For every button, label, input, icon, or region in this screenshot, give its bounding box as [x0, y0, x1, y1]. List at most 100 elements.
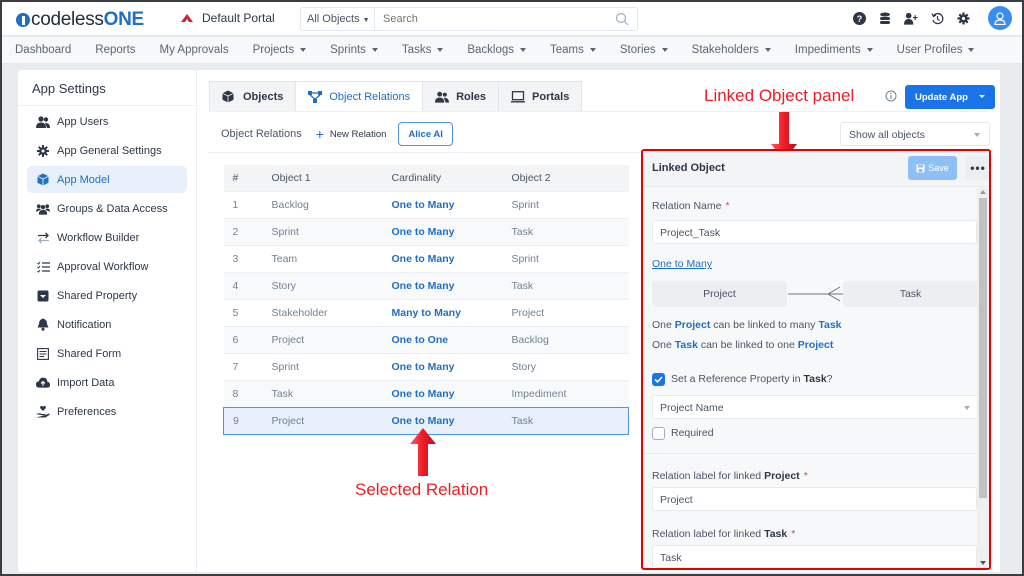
row-object1: Story [271, 271, 392, 299]
row-number: 2 [223, 217, 272, 245]
reference-property-checkbox[interactable] [652, 373, 665, 386]
row-cardinality[interactable]: One to Many [391, 244, 512, 272]
nav-item-my-approvals[interactable]: My Approvals [160, 44, 229, 56]
search-input[interactable] [375, 8, 637, 30]
tab-roles[interactable]: Roles [422, 81, 500, 112]
nav-item-user-profiles[interactable]: User Profiles [897, 44, 975, 56]
relation-name-input[interactable]: Project_Task [652, 220, 977, 244]
sidebar-item-groups-data-access[interactable]: Groups & Data Access [27, 195, 187, 222]
tab-portals[interactable]: Portals [498, 81, 583, 112]
plus-icon: + [315, 126, 324, 142]
scroll-thumb[interactable] [979, 198, 987, 498]
sidebar-item-notification[interactable]: Notification [27, 311, 187, 338]
row-cardinality[interactable]: One to One [391, 325, 512, 353]
reference-property-label: Set a Reference Property in Task? [671, 373, 833, 385]
settings-icon[interactable] [956, 11, 970, 25]
task-relation-label: Relation label for linked Task * [652, 528, 795, 540]
update-app-button[interactable]: Update App [905, 85, 995, 109]
table-row[interactable]: 6 Project One to One Backlog [223, 325, 629, 353]
sidebar-item-approval-workflow[interactable]: Approval Workflow [27, 253, 187, 280]
sidebar-item-preferences[interactable]: Preferences [27, 398, 187, 425]
nav-item-stories[interactable]: Stories [620, 44, 668, 56]
search-icon[interactable] [615, 12, 629, 26]
help-icon[interactable]: ? [852, 11, 866, 25]
nav-item-impediments[interactable]: Impediments [795, 44, 873, 56]
panel-scrollbar[interactable] [977, 188, 989, 568]
nav-item-sprints[interactable]: Sprints [330, 44, 378, 56]
row-number: 7 [223, 352, 272, 380]
tab-objects[interactable]: Objects [209, 81, 297, 112]
row-cardinality[interactable]: One to Many [391, 352, 512, 380]
save-label: Save [928, 163, 949, 173]
new-relation-button[interactable]: + New Relation [316, 126, 387, 142]
row-object1: Project [271, 406, 392, 435]
panel-body: Relation Name * Project_Task One to Many … [643, 188, 979, 568]
project-relation-input[interactable]: Project [652, 487, 977, 511]
portal-icon [181, 14, 193, 22]
required-checkbox[interactable] [652, 427, 665, 440]
app-settings-sidebar: App Settings App Users App General Settin… [18, 70, 196, 572]
required-marker: * [803, 470, 808, 482]
nav-item-stakeholders[interactable]: Stakeholders [692, 44, 771, 56]
sidebar-item-app-model[interactable]: App Model [27, 166, 187, 193]
table-header-row: # Object 1 Cardinality Object 2 [223, 165, 629, 191]
app-logo[interactable]: codeless ONE [16, 9, 144, 31]
sidebar-item-shared-property[interactable]: Shared Property [27, 282, 187, 309]
update-app-label: Update App [915, 91, 968, 103]
table-row[interactable]: 7 Sprint One to Many Story [223, 352, 629, 380]
update-app-dropdown-icon[interactable] [979, 95, 985, 98]
sidebar-item-workflow-builder[interactable]: Workflow Builder [27, 224, 187, 251]
task-relation-input[interactable]: Task [652, 545, 977, 568]
caret-down-icon [300, 48, 307, 52]
nav-item-tasks[interactable]: Tasks [402, 44, 444, 56]
object-filter-select[interactable]: Show all objects [840, 122, 990, 146]
cardinality-link[interactable]: One to Many [652, 258, 712, 270]
user-avatar-icon[interactable] [988, 6, 1012, 30]
row-cardinality[interactable]: One to Many [391, 217, 512, 245]
save-button[interactable]: Save [908, 156, 957, 180]
scroll-up-icon[interactable] [980, 190, 986, 194]
nav-item-teams[interactable]: Teams [550, 44, 596, 56]
row-cardinality[interactable]: One to Many [391, 379, 512, 407]
more-options-button[interactable]: ••• [966, 156, 989, 180]
reference-property-select[interactable]: Project Name [652, 395, 979, 419]
new-relation-label: New Relation [329, 128, 387, 140]
nav-item-projects[interactable]: Projects [253, 44, 307, 56]
search-scope-select[interactable]: All Objects ▼ [301, 8, 375, 30]
tab-object-relations[interactable]: Object Relations [295, 81, 424, 112]
sidebar-item-app-general-settings[interactable]: App General Settings [27, 137, 187, 164]
add-user-icon[interactable] [904, 11, 918, 25]
row-cardinality[interactable]: One to Many [391, 190, 512, 218]
sidebar-item-app-users[interactable]: App Users [27, 108, 187, 135]
scroll-down-icon[interactable] [980, 561, 986, 565]
column-header-object2: Object 2 [511, 165, 629, 191]
table-row[interactable]: 5 Stakeholder Many to Many Project [223, 298, 629, 326]
table-row[interactable]: 1 Backlog One to Many Sprint [223, 190, 629, 218]
table-row[interactable]: 3 Team One to Many Sprint [223, 244, 629, 272]
row-object2: Impediment [511, 379, 629, 407]
checklist-icon [36, 260, 50, 274]
table-row[interactable]: 2 Sprint One to Many Task [223, 217, 629, 245]
sidebar-item-label: Shared Property [57, 289, 138, 302]
svg-text:?: ? [856, 14, 862, 24]
table-row[interactable]: 4 Story One to Many Task [223, 271, 629, 299]
reference-property-value: Project Name [660, 402, 724, 414]
nav-item-dashboard[interactable]: Dashboard [15, 44, 71, 56]
info-icon[interactable] [885, 90, 897, 102]
nav-item-label: Reports [95, 44, 136, 56]
database-icon[interactable] [878, 11, 892, 25]
table-row[interactable]: 8 Task One to Many Impediment [223, 379, 629, 407]
relations-icon [308, 90, 323, 103]
sidebar-item-shared-form[interactable]: Shared Form [27, 340, 187, 367]
sidebar-item-import-data[interactable]: Import Data [27, 369, 187, 396]
row-cardinality[interactable]: One to Many [391, 271, 512, 299]
portal-switcher[interactable]: Default Portal [180, 11, 275, 25]
row-cardinality[interactable]: Many to Many [391, 298, 512, 326]
row-number: 5 [223, 298, 272, 326]
form-icon [36, 347, 50, 361]
alice-ai-button[interactable]: Alice AI [398, 122, 453, 146]
nav-item-reports[interactable]: Reports [95, 44, 135, 56]
label-object: Task [764, 528, 788, 540]
nav-item-backlogs[interactable]: Backlogs [467, 44, 526, 56]
history-icon[interactable] [930, 11, 944, 25]
